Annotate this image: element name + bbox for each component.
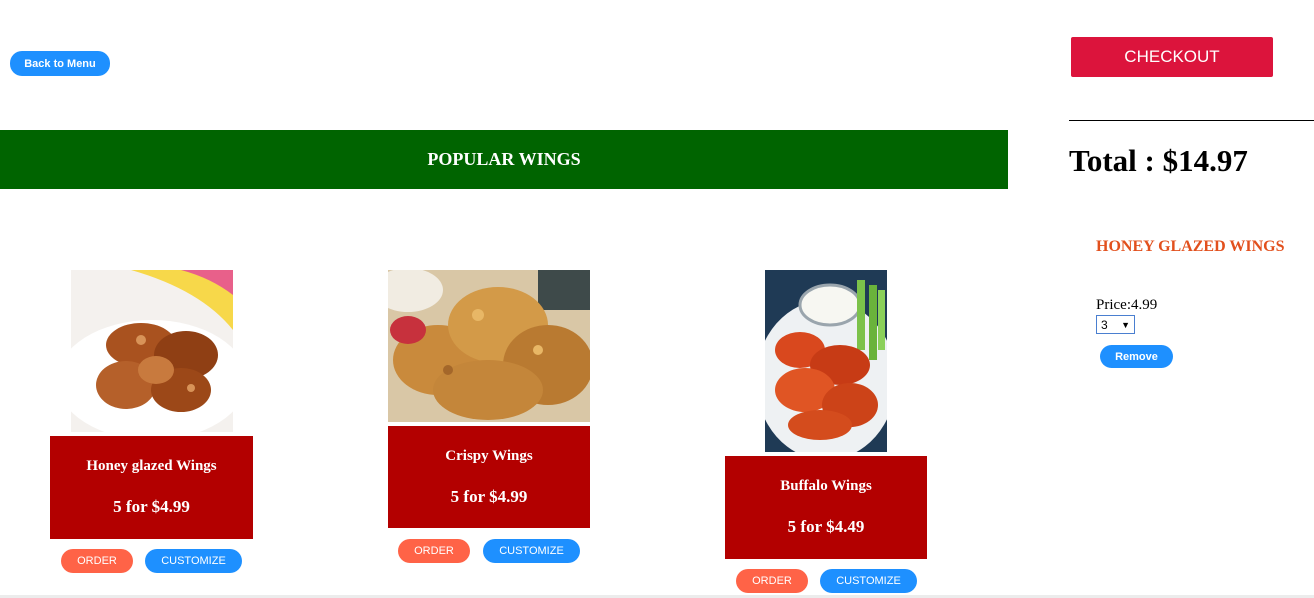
quantity-select[interactable]: 3 ▼ [1096, 315, 1135, 334]
section-banner: POPULAR WINGS [0, 130, 1008, 189]
cart-item-price: Price:4.99 [1096, 297, 1158, 313]
customize-button[interactable]: CUSTOMIZE [820, 569, 917, 593]
order-button[interactable]: ORDER [736, 569, 808, 593]
product-name: Crispy Wings [445, 448, 533, 464]
product-card: Buffalo Wings 5 for $4.49 [725, 456, 927, 559]
cart-total: Total : $14.97 [1069, 143, 1248, 178]
section-title: POPULAR WINGS [427, 149, 581, 169]
checkout-button[interactable]: CHECKOUT [1071, 37, 1273, 77]
order-button[interactable]: ORDER [61, 549, 133, 573]
order-button[interactable]: ORDER [398, 539, 470, 563]
product-price: 5 for $4.99 [450, 487, 528, 506]
quantity-value: 3 [1101, 317, 1108, 332]
customize-button[interactable]: CUSTOMIZE [483, 539, 580, 563]
product-price: 5 for $4.49 [787, 517, 865, 536]
remove-button[interactable]: Remove [1100, 345, 1173, 368]
chevron-down-icon: ▼ [1121, 319, 1130, 330]
product-card: Crispy Wings 5 for $4.99 [388, 426, 590, 528]
crispy-wings-image [388, 270, 590, 422]
cart-item-name: HONEY GLAZED WINGS [1096, 238, 1285, 255]
back-to-menu-button[interactable]: Back to Menu [10, 51, 110, 76]
customize-button[interactable]: CUSTOMIZE [145, 549, 242, 573]
cart-divider [1069, 120, 1314, 121]
product-card: Honey glazed Wings 5 for $4.99 [50, 436, 253, 539]
buffalo-wings-image [765, 270, 887, 452]
product-name: Honey glazed Wings [86, 458, 217, 474]
honey-glazed-wings-image [71, 270, 233, 432]
product-name: Buffalo Wings [780, 478, 872, 494]
product-price: 5 for $4.99 [113, 497, 190, 516]
